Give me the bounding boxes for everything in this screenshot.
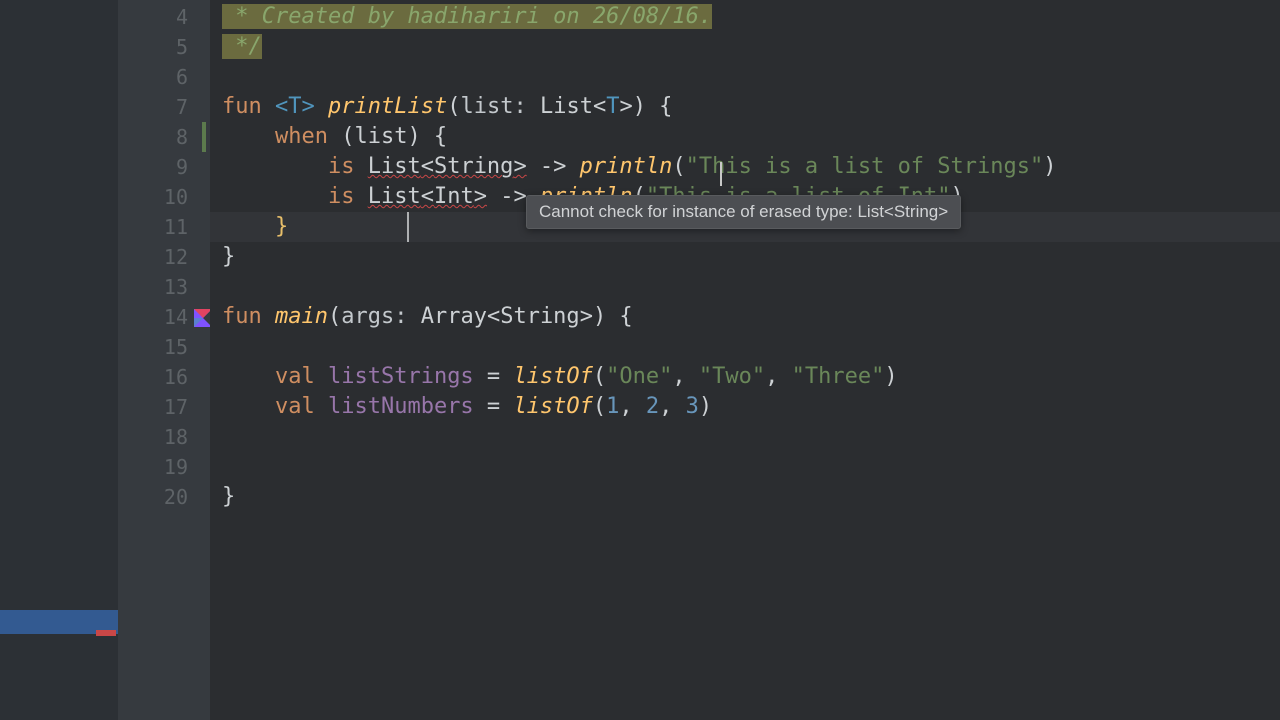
error-marker <box>96 630 116 636</box>
line-number[interactable]: 7 <box>118 92 210 122</box>
editor-gutter[interactable]: 4 5 6 7 8 9 10 11 12 13 14 15 16 17 18 1… <box>118 0 210 720</box>
code-line[interactable] <box>210 272 1280 302</box>
line-number[interactable]: 11 <box>118 212 210 242</box>
line-number[interactable]: 4 <box>118 2 210 32</box>
code-line[interactable] <box>210 452 1280 482</box>
line-number[interactable]: 18 <box>118 422 210 452</box>
caret-line-indicator <box>407 212 409 242</box>
line-number[interactable]: 9 <box>118 152 210 182</box>
code-line[interactable]: is List<String> -> println("This is a li… <box>210 152 1280 182</box>
line-number[interactable]: 6 <box>118 62 210 92</box>
line-number[interactable]: 16 <box>118 362 210 392</box>
line-number[interactable]: 15 <box>118 332 210 362</box>
line-number[interactable]: 19 <box>118 452 210 482</box>
tooltip-text: Cannot check for instance of erased type… <box>539 202 948 221</box>
code-line[interactable]: val listNumbers = listOf(1, 2, 3) <box>210 392 1280 422</box>
code-line[interactable]: fun <T> printList(list: List<T>) { <box>210 92 1280 122</box>
text-cursor-icon <box>720 162 722 186</box>
tool-window-bar <box>0 0 118 720</box>
line-number[interactable]: 10 <box>118 182 210 212</box>
code-line[interactable]: * Created by hadihariri on 26/08/16. <box>210 2 1280 32</box>
change-marker <box>202 122 206 152</box>
line-number[interactable]: 5 <box>118 32 210 62</box>
code-line[interactable]: } <box>210 482 1280 512</box>
code-line[interactable] <box>210 422 1280 452</box>
line-number[interactable]: 20 <box>118 482 210 512</box>
line-number[interactable]: 12 <box>118 242 210 272</box>
line-number[interactable]: 8 <box>118 122 210 152</box>
code-editor[interactable]: * Created by hadihariri on 26/08/16. */ … <box>210 0 1280 720</box>
code-line[interactable]: val listStrings = listOf("One", "Two", "… <box>210 362 1280 392</box>
code-line[interactable]: fun main(args: Array<String>) { <box>210 302 1280 332</box>
line-number[interactable]: 17 <box>118 392 210 422</box>
error-tooltip: Cannot check for instance of erased type… <box>526 195 961 229</box>
code-line[interactable] <box>210 62 1280 92</box>
code-line[interactable]: } <box>210 242 1280 272</box>
code-line[interactable]: */ <box>210 32 1280 62</box>
code-line[interactable]: when (list) { <box>210 122 1280 152</box>
line-number[interactable]: 14 <box>118 302 210 332</box>
line-number[interactable]: 13 <box>118 272 210 302</box>
code-line[interactable] <box>210 332 1280 362</box>
